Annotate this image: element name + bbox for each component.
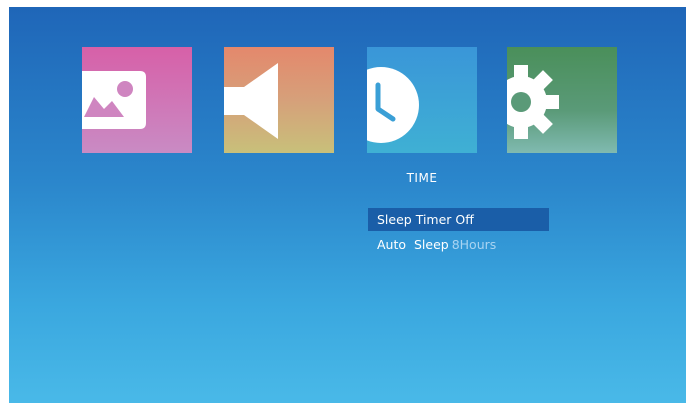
time-menu-tile[interactable] — [367, 47, 477, 153]
sleep-timer-label: Sleep Timer Off — [377, 212, 474, 227]
auto-sleep-label: Auto Sleep — [377, 237, 449, 252]
clock-icon — [367, 67, 419, 143]
auto-sleep-value: 8Hours — [451, 237, 497, 252]
sound-menu-tile[interactable] — [224, 47, 334, 153]
gear-icon — [507, 65, 559, 139]
speaker-icon — [224, 63, 278, 139]
section-title: TIME — [406, 171, 438, 185]
auto-sleep-item[interactable]: Auto Sleep 8Hours — [368, 233, 549, 256]
setting-menu-tile[interactable] — [507, 47, 617, 153]
picture-menu-tile[interactable] — [82, 47, 192, 153]
picture-icon — [82, 71, 146, 129]
tv-menu-screen: TIME Sleep Timer Off Auto Sleep 8Hours — [9, 7, 686, 403]
sleep-timer-item[interactable]: Sleep Timer Off — [368, 208, 549, 231]
